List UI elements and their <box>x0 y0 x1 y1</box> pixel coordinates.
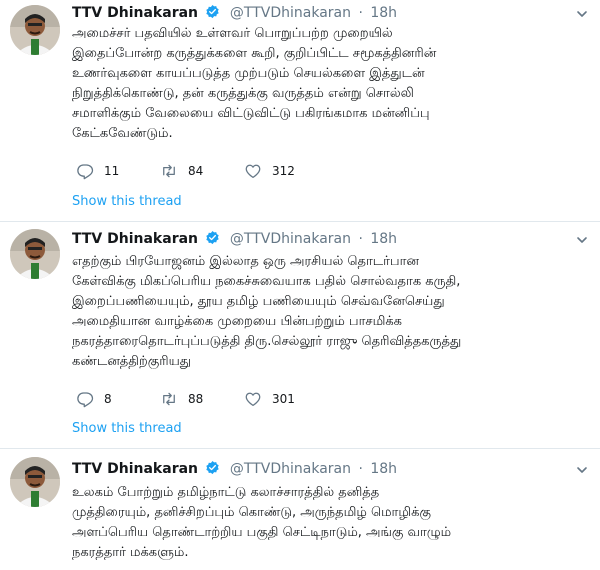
verified-badge-icon <box>206 4 220 19</box>
author-name[interactable]: TTV Dhinakaran <box>72 461 198 477</box>
tweet-text-line: அமைச்சர் பதவியில் உள்ளவர் பொறுப்பற்ற முற… <box>72 26 393 41</box>
avatar[interactable] <box>10 5 60 55</box>
tweet-timestamp[interactable]: 18h <box>370 461 397 477</box>
tweet-text-line: அமைதியான வாழ்க்கை முறையை பின்பற்றும் பாச… <box>72 314 403 329</box>
tweet-text-line: அளப்பெரிய தொண்டாற்றிய பகுதி செட்டிநாடும்… <box>72 525 452 540</box>
tweet-header: TTV Dhinakaran @TTVDhinakaran · 18h <box>72 4 397 22</box>
tweet-text-line: கண்டனத்திற்குரியது <box>72 354 192 369</box>
tweet-text-line: எதற்கும் பிரயோஜனம் இல்லாத ஒரு அரசியல் தொ… <box>72 254 420 269</box>
separator-dot: · <box>358 461 363 477</box>
like-button[interactable]: 301 <box>244 390 295 408</box>
tweet-text: உலகம் போற்றும் தமிழ்நாட்டு கலாச்சாரத்தில… <box>72 483 592 563</box>
reply-count: 11 <box>104 164 120 178</box>
author-name[interactable]: TTV Dhinakaran <box>72 5 198 21</box>
like-count: 301 <box>272 392 295 406</box>
like-count: 312 <box>272 164 295 178</box>
separator-dot: · <box>358 5 363 21</box>
avatar-image-icon <box>10 5 60 55</box>
show-thread-link[interactable]: Show this thread <box>72 194 182 209</box>
reply-count: 8 <box>104 392 112 406</box>
tweet-timestamp[interactable]: 18h <box>370 5 397 21</box>
verified-badge-icon <box>206 460 220 475</box>
chevron-down-icon[interactable] <box>576 234 588 246</box>
show-thread-link[interactable]: Show this thread <box>72 421 182 436</box>
tweet[interactable]: TTV Dhinakaran @TTVDhinakaran · 18h எதற்… <box>0 222 600 449</box>
chevron-down-icon[interactable] <box>576 8 588 20</box>
reply-icon <box>77 392 94 408</box>
avatar-image-icon <box>10 457 60 507</box>
retweet-count: 84 <box>188 164 204 178</box>
tweet-text-line: கேள்விக்கு மிகப்பெரிய நகைச்சுவையாக பதில்… <box>72 274 461 289</box>
retweet-icon <box>163 164 175 178</box>
heart-icon <box>245 392 261 407</box>
retweet-icon <box>163 392 175 406</box>
tweet-text: அமைச்சர் பதவியில் உள்ளவர் பொறுப்பற்ற முற… <box>72 24 592 144</box>
tweet-text-line: உணர்வுகளை காயப்படுத்த முற்படும் செயல்களை… <box>72 66 425 81</box>
retweet-button[interactable]: 84 <box>160 162 203 180</box>
reply-button[interactable]: 11 <box>76 162 119 180</box>
tweet-text-line: முத்திரையும், தனிச்சிறப்பும் கொண்டு, அரு… <box>72 505 431 520</box>
tweet-text-line: கேட்கவேண்டும். <box>72 126 173 141</box>
like-button[interactable]: 312 <box>244 162 295 180</box>
tweet[interactable]: TTV Dhinakaran @TTVDhinakaran · 18h அமைச… <box>0 0 600 222</box>
avatar[interactable] <box>10 229 60 279</box>
heart-icon <box>245 164 261 179</box>
tweet[interactable]: TTV Dhinakaran @TTVDhinakaran · 18h உலகம… <box>0 449 600 570</box>
author-name[interactable]: TTV Dhinakaran <box>72 231 198 247</box>
tweet-timestamp[interactable]: 18h <box>370 231 397 247</box>
tweet-text-line: இறைப்பணியையும், தூய தமிழ் பணியையும் செவ்… <box>72 294 445 309</box>
tweet-text-line: உலகம் போற்றும் தமிழ்நாட்டு கலாச்சாரத்தில… <box>72 485 380 500</box>
tweet-header: TTV Dhinakaran @TTVDhinakaran · 18h <box>72 230 397 248</box>
author-handle[interactable]: @TTVDhinakaran <box>230 231 351 247</box>
reply-icon <box>77 164 94 180</box>
tweet-text: எதற்கும் பிரயோஜனம் இல்லாத ஒரு அரசியல் தொ… <box>72 252 592 372</box>
retweet-button[interactable]: 88 <box>160 390 203 408</box>
verified-badge-icon <box>206 230 220 245</box>
author-handle[interactable]: @TTVDhinakaran <box>230 5 351 21</box>
timeline-feed: TTV Dhinakaran @TTVDhinakaran · 18h அமைச… <box>0 0 600 570</box>
avatar-image-icon <box>10 229 60 279</box>
author-handle[interactable]: @TTVDhinakaran <box>230 461 351 477</box>
tweet-text-line: நகரத்தாரைதொடர்புப்படுத்தி திரு.செல்லூர் … <box>72 334 462 349</box>
retweet-count: 88 <box>188 392 204 406</box>
tweet-text-line: இதைப்போன்ற கருத்துக்களை கூறி, குறிப்பிட்… <box>72 46 437 61</box>
tweet-text-line: நகரத்தார் மக்களும். <box>72 545 189 560</box>
tweet-header: TTV Dhinakaran @TTVDhinakaran · 18h <box>72 460 397 478</box>
avatar[interactable] <box>10 457 60 507</box>
separator-dot: · <box>358 231 363 247</box>
tweet-text-line: சமாளிக்கும் வேலையை விட்டுவிட்டு பகிரங்கம… <box>72 106 430 121</box>
reply-button[interactable]: 8 <box>76 390 112 408</box>
tweet-text-line: நிறுத்திக்கொண்டு, தன் கருத்துக்கு வருத்த… <box>72 86 414 101</box>
chevron-down-icon[interactable] <box>576 464 588 476</box>
